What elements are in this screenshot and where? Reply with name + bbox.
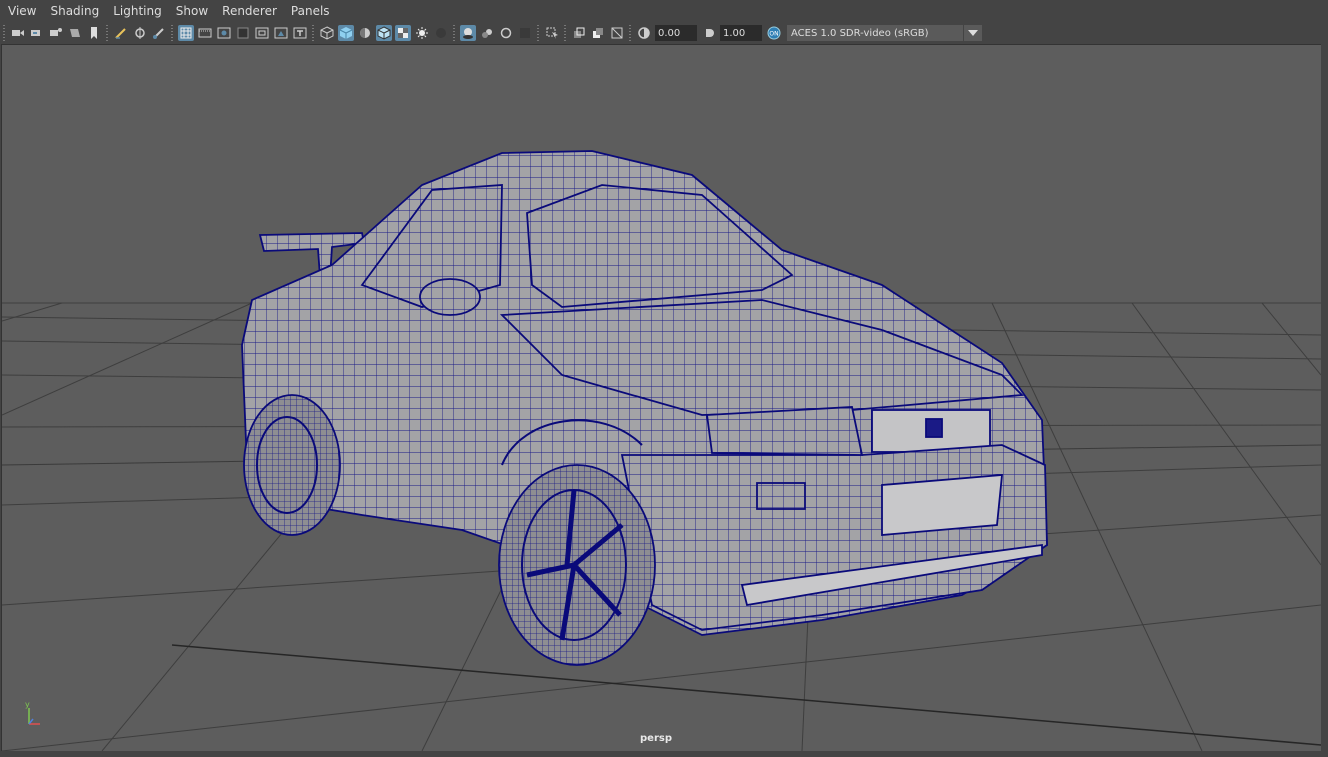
view-axis-indicator: y: [20, 700, 46, 730]
color-management-icon[interactable]: ON: [766, 25, 782, 41]
grid-icon[interactable]: [177, 25, 194, 41]
color-space-select[interactable]: ACES 1.0 SDR-video (sRGB): [787, 25, 963, 41]
wireframe-icon[interactable]: [319, 25, 335, 41]
menubar: View Shading Lighting Show Renderer Pane…: [0, 0, 1328, 23]
badge: [925, 418, 943, 438]
headlight: [705, 406, 864, 456]
scene-canvas[interactable]: [2, 45, 1321, 751]
shadows-icon[interactable]: [433, 25, 449, 41]
resolution-gate-icon[interactable]: [216, 25, 232, 41]
textured-icon[interactable]: [394, 25, 411, 41]
menu-show[interactable]: Show: [169, 0, 215, 23]
xray-icon[interactable]: [571, 25, 587, 41]
front-bumper: [620, 444, 1048, 631]
toolbar-separator: [312, 25, 314, 41]
image-plane-icon[interactable]: [67, 25, 83, 41]
menu-shading[interactable]: Shading: [43, 0, 106, 23]
select-camera-icon[interactable]: [10, 25, 26, 41]
viewport-border-bottom: [0, 751, 1328, 757]
exposure-field[interactable]: [655, 25, 697, 41]
toolbar-separator: [537, 25, 539, 41]
svg-text:ON: ON: [769, 31, 778, 38]
chevron-down-icon[interactable]: [964, 25, 982, 41]
side-mirror: [419, 278, 481, 316]
anti-aliasing-icon[interactable]: [498, 25, 514, 41]
windshield: [526, 184, 794, 308]
toolbar-separator: [564, 25, 566, 41]
grease-pencil-icon[interactable]: [113, 25, 129, 41]
gate-mask-icon[interactable]: [235, 25, 251, 41]
field-chart-icon[interactable]: [254, 25, 270, 41]
gamma-icon[interactable]: [701, 25, 717, 41]
menu-renderer[interactable]: Renderer: [215, 0, 284, 23]
perspective-viewport[interactable]: [1, 44, 1322, 752]
xray-joints-icon[interactable]: [590, 25, 606, 41]
screen-space-ao-icon[interactable]: [459, 25, 476, 41]
toolbar-separator: [3, 25, 5, 41]
exposure-icon[interactable]: [636, 25, 652, 41]
camera-label: persp: [640, 733, 672, 744]
toolbar-separator: [453, 25, 455, 41]
2d-pan-zoom-icon[interactable]: [132, 25, 148, 41]
car-wireframe-model: [241, 150, 1048, 666]
panel-toolbar: ON ACES 1.0 SDR-video (sRGB): [0, 23, 1328, 43]
gamma-field[interactable]: [720, 25, 762, 41]
film-gate-icon[interactable]: [197, 25, 213, 41]
fog-light: [756, 482, 806, 510]
grid-axis-line: [171, 644, 1321, 746]
menu-lighting[interactable]: Lighting: [106, 0, 169, 23]
toolbar-separator: [106, 25, 108, 41]
wireframe-on-shaded-icon[interactable]: [375, 25, 392, 41]
toolbar-separator: [629, 25, 631, 41]
axis-y-label: y: [25, 700, 30, 709]
safe-title-icon[interactable]: [292, 25, 308, 41]
default-material-icon[interactable]: [357, 25, 373, 41]
rear-wheel: [243, 394, 341, 536]
isolate-select-icon[interactable]: [544, 25, 560, 41]
toolbar-separator: [171, 25, 173, 41]
bookmark-icon[interactable]: [86, 25, 102, 41]
viewport-border-right: [1321, 44, 1328, 757]
grease-pencil-brush-icon[interactable]: [151, 25, 167, 41]
use-all-lights-icon[interactable]: [414, 25, 430, 41]
xray-components-icon[interactable]: [609, 25, 625, 41]
depth-of-field-icon[interactable]: [517, 25, 533, 41]
motion-blur-icon[interactable]: [479, 25, 495, 41]
bumper-intake: [881, 474, 1004, 536]
smooth-shade-icon[interactable]: [337, 25, 354, 41]
safe-action-icon[interactable]: [273, 25, 289, 41]
bookmarks-icon[interactable]: [48, 25, 64, 41]
camera-attributes-icon[interactable]: [29, 25, 45, 41]
menu-panels[interactable]: Panels: [284, 0, 337, 23]
menu-view[interactable]: View: [0, 0, 43, 23]
